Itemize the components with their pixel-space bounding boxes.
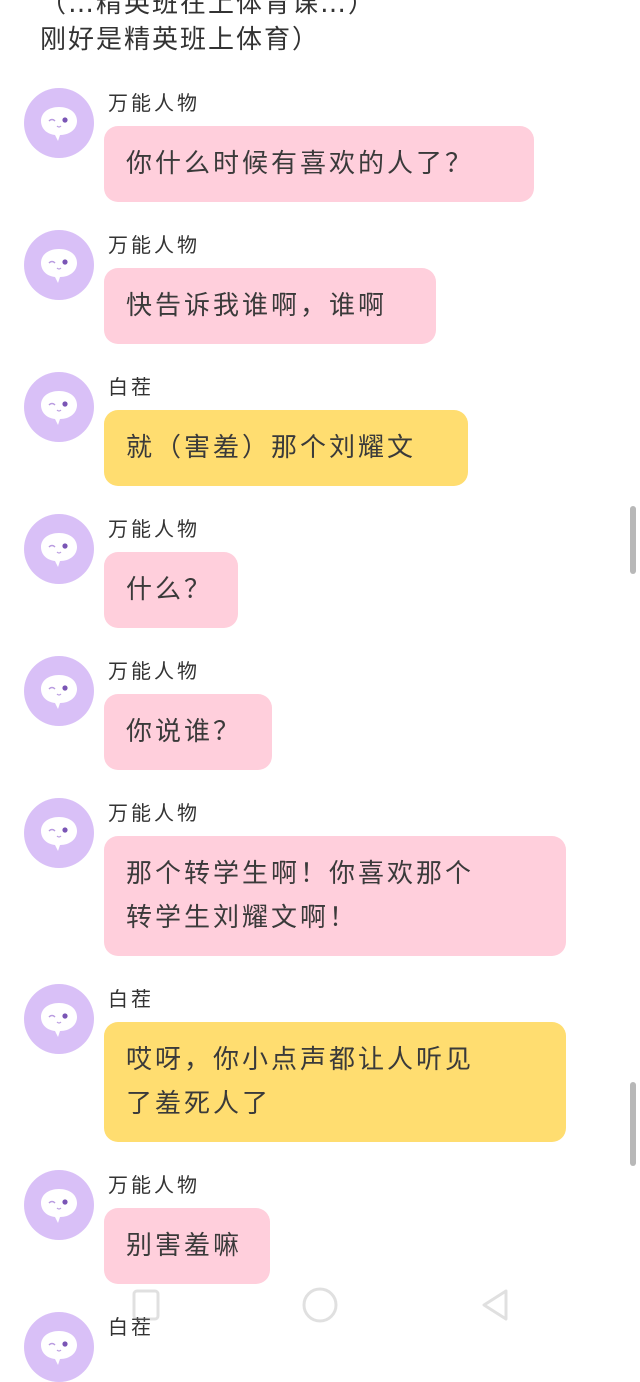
message-text: 哎呀，你小点声都让人听见 xyxy=(126,1045,475,1075)
avatar[interactable] xyxy=(24,984,94,1054)
sender-name: 万能人物 xyxy=(108,233,200,257)
message-bubble[interactable]: 你说谁？ xyxy=(104,694,272,770)
chat-bubble-face-icon xyxy=(41,1003,77,1037)
message-bubble[interactable]: 就（害羞）那个刘耀文 xyxy=(104,410,468,486)
message-text: 转学生刘耀文啊！ xyxy=(126,903,359,933)
sender-name: 万能人物 xyxy=(108,517,200,541)
story-text: （…精英班在上体育课…） 刚好是精英班上体育） xyxy=(40,0,630,58)
chat-bubble-face-icon xyxy=(41,107,77,141)
avatar[interactable] xyxy=(24,656,94,726)
story-text-line: 刚好是精英班上体育） xyxy=(40,25,321,55)
scrollbar[interactable] xyxy=(630,1082,636,1166)
message-text: 别害羞嘛 xyxy=(126,1231,243,1261)
chat-bubble-face-icon xyxy=(41,1189,77,1223)
chat-bubble-face-icon xyxy=(41,675,77,709)
navigation-bar xyxy=(0,1285,640,1335)
message-bubble[interactable]: 哎呀，你小点声都让人听见 了羞死人了 xyxy=(104,1022,566,1142)
sender-name: 万能人物 xyxy=(108,91,200,115)
scrollbar[interactable] xyxy=(630,506,636,574)
avatar[interactable] xyxy=(24,230,94,300)
circle-icon[interactable] xyxy=(300,1285,340,1325)
message-text: 你什么时候有喜欢的人了？ xyxy=(126,149,475,179)
avatar[interactable] xyxy=(24,1170,94,1240)
message-text: 就（害羞）那个刘耀文 xyxy=(126,433,417,463)
message-text: 那个转学生啊！你喜欢那个 xyxy=(126,859,475,889)
chat-bubble-face-icon xyxy=(41,533,77,567)
square-icon[interactable] xyxy=(130,1285,164,1325)
sender-name: 白茬 xyxy=(108,987,154,1011)
triangle-back-icon[interactable] xyxy=(476,1285,516,1325)
sender-name: 万能人物 xyxy=(108,1173,200,1197)
message-bubble[interactable]: 别害羞嘛 xyxy=(104,1208,270,1284)
message-text: 什么？ xyxy=(126,575,214,605)
chat-bubble-face-icon xyxy=(41,391,77,425)
avatar[interactable] xyxy=(24,372,94,442)
sender-name: 万能人物 xyxy=(108,659,200,683)
chat-bubble-face-icon xyxy=(41,249,77,283)
message-bubble[interactable]: 你什么时候有喜欢的人了？ xyxy=(104,126,534,202)
chat-bubble-face-icon xyxy=(41,817,77,851)
avatar[interactable] xyxy=(24,514,94,584)
message-text: 你说谁？ xyxy=(126,717,243,747)
avatar[interactable] xyxy=(24,88,94,158)
sender-name: 万能人物 xyxy=(108,801,200,825)
message-text: 快告诉我谁啊，谁啊 xyxy=(126,291,388,321)
sender-name: 白茬 xyxy=(108,375,154,399)
avatar[interactable] xyxy=(24,798,94,868)
message-bubble[interactable]: 快告诉我谁啊，谁啊 xyxy=(104,268,436,344)
story-text-line: （…精英班在上体育课…） xyxy=(40,0,377,19)
message-text: 了羞死人了 xyxy=(126,1089,272,1119)
message-bubble[interactable]: 什么？ xyxy=(104,552,238,628)
message-bubble[interactable]: 那个转学生啊！你喜欢那个 转学生刘耀文啊！ xyxy=(104,836,566,956)
